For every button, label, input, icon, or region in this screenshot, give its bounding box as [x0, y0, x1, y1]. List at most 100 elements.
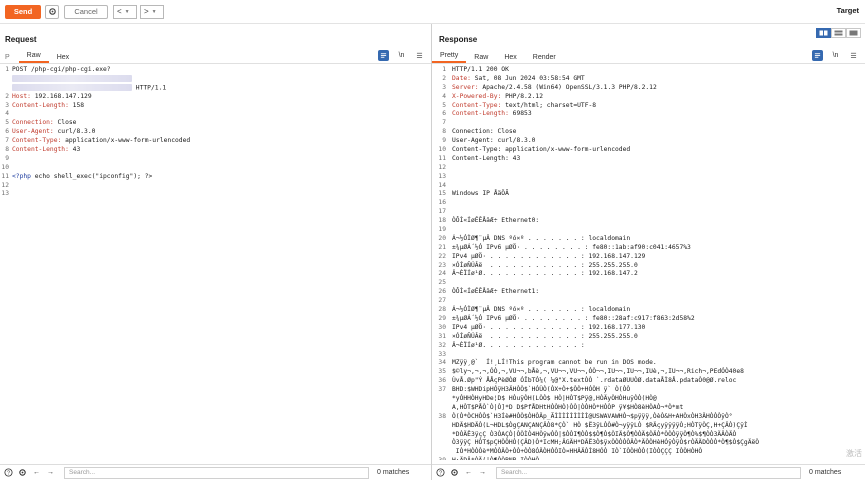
redacted-text — [12, 74, 132, 82]
tab-render[interactable]: Render — [525, 51, 564, 63]
tab-raw[interactable]: Raw — [18, 51, 49, 63]
code-token: echo shell_exec("ipconfig"); ?> — [30, 172, 153, 180]
code-token: User-Agent: curl/8.3.0 — [452, 137, 536, 145]
code-token: ±¾µØÁ´½Ó IPv6 µØÖ· . . . . . . . . : fe8… — [452, 314, 695, 322]
split-horizontal-icon[interactable] — [816, 28, 831, 38]
arrow-right-icon[interactable]: → — [477, 467, 488, 478]
code-line: 3 Server: Apache/2.4.58 (Win64) OpenSSL/3… — [432, 84, 865, 93]
response-editor-tools: \n ☰ — [805, 50, 859, 61]
line-number: 39 — [432, 457, 446, 460]
code-token: User-Agent: — [12, 128, 58, 136]
newline-icon[interactable]: \n — [396, 50, 407, 61]
line-number: 6 — [442, 110, 446, 118]
line-number: 4 — [442, 92, 446, 100]
history-nav: < ▼ > ▼ — [113, 4, 164, 19]
line-number: 38 — [438, 412, 446, 420]
request-search-bar: ? ← → Search... 0 matches — [0, 464, 431, 480]
split-vertical-icon[interactable] — [831, 28, 846, 38]
arrow-left-icon[interactable]: ← — [31, 467, 42, 478]
cancel-button[interactable]: Cancel — [64, 4, 108, 19]
line-content: Content-Type: text/html; charset=UTF-8 — [452, 102, 596, 111]
code-line: 17 — [432, 208, 865, 217]
response-editor[interactable]: 1 HTTP/1.1 200 OK 2 Date: Sat, 08 Jun 2024 … — [432, 66, 865, 460]
code-line: HDÄ$HDÄÒ(L¬HDL$ÒgÇANÇANÇÄÒ8*ÇÒ` HÒ $Ë3ÿL… — [432, 422, 865, 431]
line-number: 30 — [438, 323, 446, 331]
line-content: Windows IP ÅäÖÃ — [452, 190, 509, 199]
line-number: 16 — [438, 199, 446, 207]
code-token: ×ÓÍøÑÚÂë . . . . . . . . . . . . : 255.2… — [452, 261, 638, 269]
line-content: Connection: Close — [12, 119, 76, 128]
code-token: Á¬½ÓÌØ¶¨µÄ DNS ºó×º . . . . . . . : loca… — [452, 234, 631, 242]
code-token: Content-Length: — [452, 110, 513, 118]
tab-pretty[interactable]: Pretty — [432, 51, 467, 63]
code-token: IPv4 µØÖ· . . . . . . . . . . . . : 192.… — [452, 252, 646, 260]
line-content: Server: Apache/2.4.58 (Win64) OpenSSL/3.… — [452, 84, 657, 93]
code-line: 5 Content-Type: text/html; charset=UTF-8 — [432, 102, 865, 111]
help-icon[interactable]: ? — [3, 467, 14, 478]
request-editor[interactable]: 1 POST /php-cgi/php-cgi.exe? HTTP/1.1 2 Hos… — [0, 66, 431, 460]
help-icon[interactable]: ? — [435, 467, 446, 478]
code-line: 20 Á¬½ÓÌØ¶¨µÄ DNS ºó×º . . . . . . . : lo… — [432, 235, 865, 244]
single-pane-icon[interactable] — [846, 28, 861, 38]
chevron-right-icon: > — [144, 7, 149, 16]
redacted-text — [12, 83, 132, 91]
line-number: 8 — [5, 146, 9, 154]
code-line: 30 IPv4 µØÖ· . . . . . . . . . . . . : 19… — [432, 324, 865, 333]
code-token: HDÄ$HDÄÒ(L¬HDL$ÒgÇANÇANÇÄÒ8*ÇÒ` HÒ $Ë3ÿL… — [452, 421, 748, 429]
back-button[interactable]: < ▼ — [113, 4, 137, 19]
code-line: 1 POST /php-cgi/php-cgi.exe? — [0, 66, 431, 75]
code-token: ÙvÅ.Øp"Ý ÅÅçPèØÒØ ÓÎbTÓ¼( ¼@"X.textÒÒ `.… — [452, 377, 737, 385]
tab-raw[interactable]: Raw — [466, 51, 496, 63]
line-number: 11 — [438, 154, 446, 162]
code-line: 5 Connection: Close — [0, 119, 431, 128]
code-token: Content-Length: — [12, 146, 73, 154]
code-line: 12 — [432, 164, 865, 173]
arrow-right-icon[interactable]: → — [45, 467, 56, 478]
code-line: A,HÒT$PÅÒ`Ò|Ò]*D D$PfÅDHtHÒÒHÒ)ÒÒ|ÒÒHÒ*H… — [432, 404, 865, 413]
tab-hex[interactable]: Hex — [49, 51, 77, 63]
line-content: Á¬½ÓÌØ¶¨µÄ DNS ºó×º . . . . . . . : loca… — [452, 306, 630, 315]
gear-icon[interactable] — [449, 467, 460, 478]
code-line: 38 Ò(Ò*ÒCHÒÒ$`H3Íè#HÒÒ$ÒHÒÄp_ÃÌÌÌÌÌÌÌÌÌ@U… — [432, 413, 865, 422]
line-number: 24 — [438, 270, 446, 278]
forward-button[interactable]: > ▼ — [140, 4, 164, 19]
gear-icon[interactable] — [17, 467, 28, 478]
code-line: 34 MZÿÿ¸@` Í!¸LÍ!This program cannot be r… — [432, 359, 865, 368]
newline-icon[interactable]: \n — [830, 50, 841, 61]
code-token: PHP/8.2.12 — [505, 92, 543, 100]
code-token: ÒÔÌ«ÍøÊÊÅäÆ÷ Ethernet1: — [452, 288, 540, 296]
code-line: 10 — [0, 164, 431, 173]
line-number: 13 — [438, 172, 446, 180]
code-token: Content-Length: 43 — [452, 154, 521, 162]
inspector-icon[interactable] — [812, 50, 823, 61]
line-number: 5 — [442, 101, 446, 109]
arrow-left-icon[interactable]: ← — [463, 467, 474, 478]
watermark-text: 激活 — [846, 449, 862, 458]
inspector-icon[interactable] — [378, 50, 389, 61]
menu-icon[interactable]: ☰ — [414, 50, 425, 61]
code-line: 37 BHD:$WHDipHÓÿH3ÄHÒÒ$`HÓÙÒ(ÒX+Ò+$ÒÒ+HÓÒ… — [432, 386, 865, 395]
line-content: *yÓHHÒHyHDe¦D$ HÒuÿÒH(LÒÒ$ HÒ|HÒT$Pÿ@,HÒ… — [452, 395, 657, 404]
line-content: POST /php-cgi/php-cgi.exe? — [12, 66, 111, 75]
line-content: Ä¬ÈÏÍø¹Ø. . . . . . . . . . . . . : — [452, 342, 585, 351]
code-token: Ä¬ÈÏÍø¹Ø. . . . . . . . . . . . . : — [452, 341, 585, 349]
code-token: curl/8.3.0 — [57, 128, 96, 136]
line-number: 35 — [438, 368, 446, 376]
code-line: 28 Á¬½ÓÌØ¶¨µÄ DNS ºó×º . . . . . . . : lo… — [432, 306, 865, 315]
gear-icon[interactable] — [45, 4, 59, 19]
send-button[interactable]: Send — [5, 4, 41, 19]
code-token: Server: — [452, 83, 483, 91]
layout-toggle — [816, 28, 861, 38]
tab-hex[interactable]: Hex — [496, 51, 524, 63]
menu-icon[interactable]: ☰ — [848, 50, 859, 61]
line-number: 9 — [442, 137, 446, 145]
target-label[interactable]: Target — [837, 6, 859, 15]
tab-pretty[interactable]: P — [0, 51, 19, 63]
line-number: 32 — [438, 341, 446, 349]
chevron-down-icon: ▼ — [151, 8, 157, 15]
response-search-input[interactable]: Search... — [496, 466, 801, 479]
line-content: ÒÔÌ«ÍøÊÊÅäÆ÷ Ethernet0: — [452, 217, 539, 226]
line-content: Connection: Close — [452, 128, 516, 137]
code-token: Connection: — [12, 119, 58, 127]
request-search-input[interactable]: Search... — [64, 466, 369, 479]
